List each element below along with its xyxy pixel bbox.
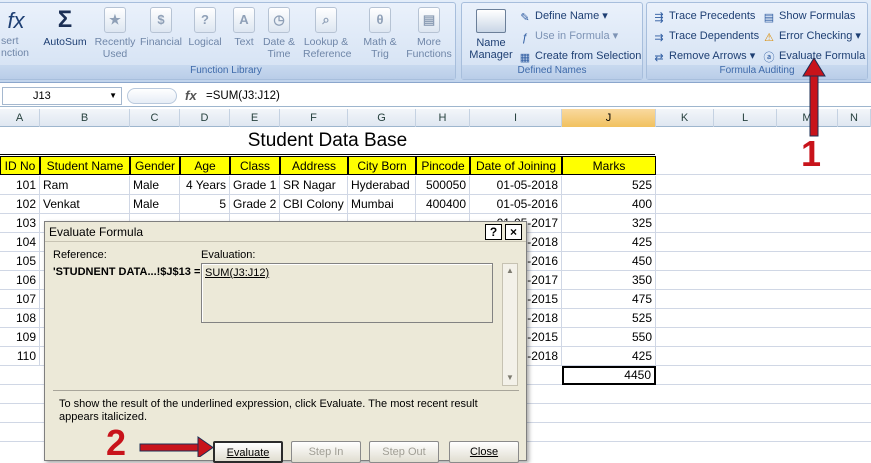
annotation-number-2: 2 bbox=[106, 422, 127, 463]
arrow-2 bbox=[139, 436, 214, 457]
arrow-1 bbox=[802, 57, 826, 137]
annotation-number-1: 1 bbox=[801, 133, 822, 174]
annotation-overlay bbox=[139, 57, 826, 457]
